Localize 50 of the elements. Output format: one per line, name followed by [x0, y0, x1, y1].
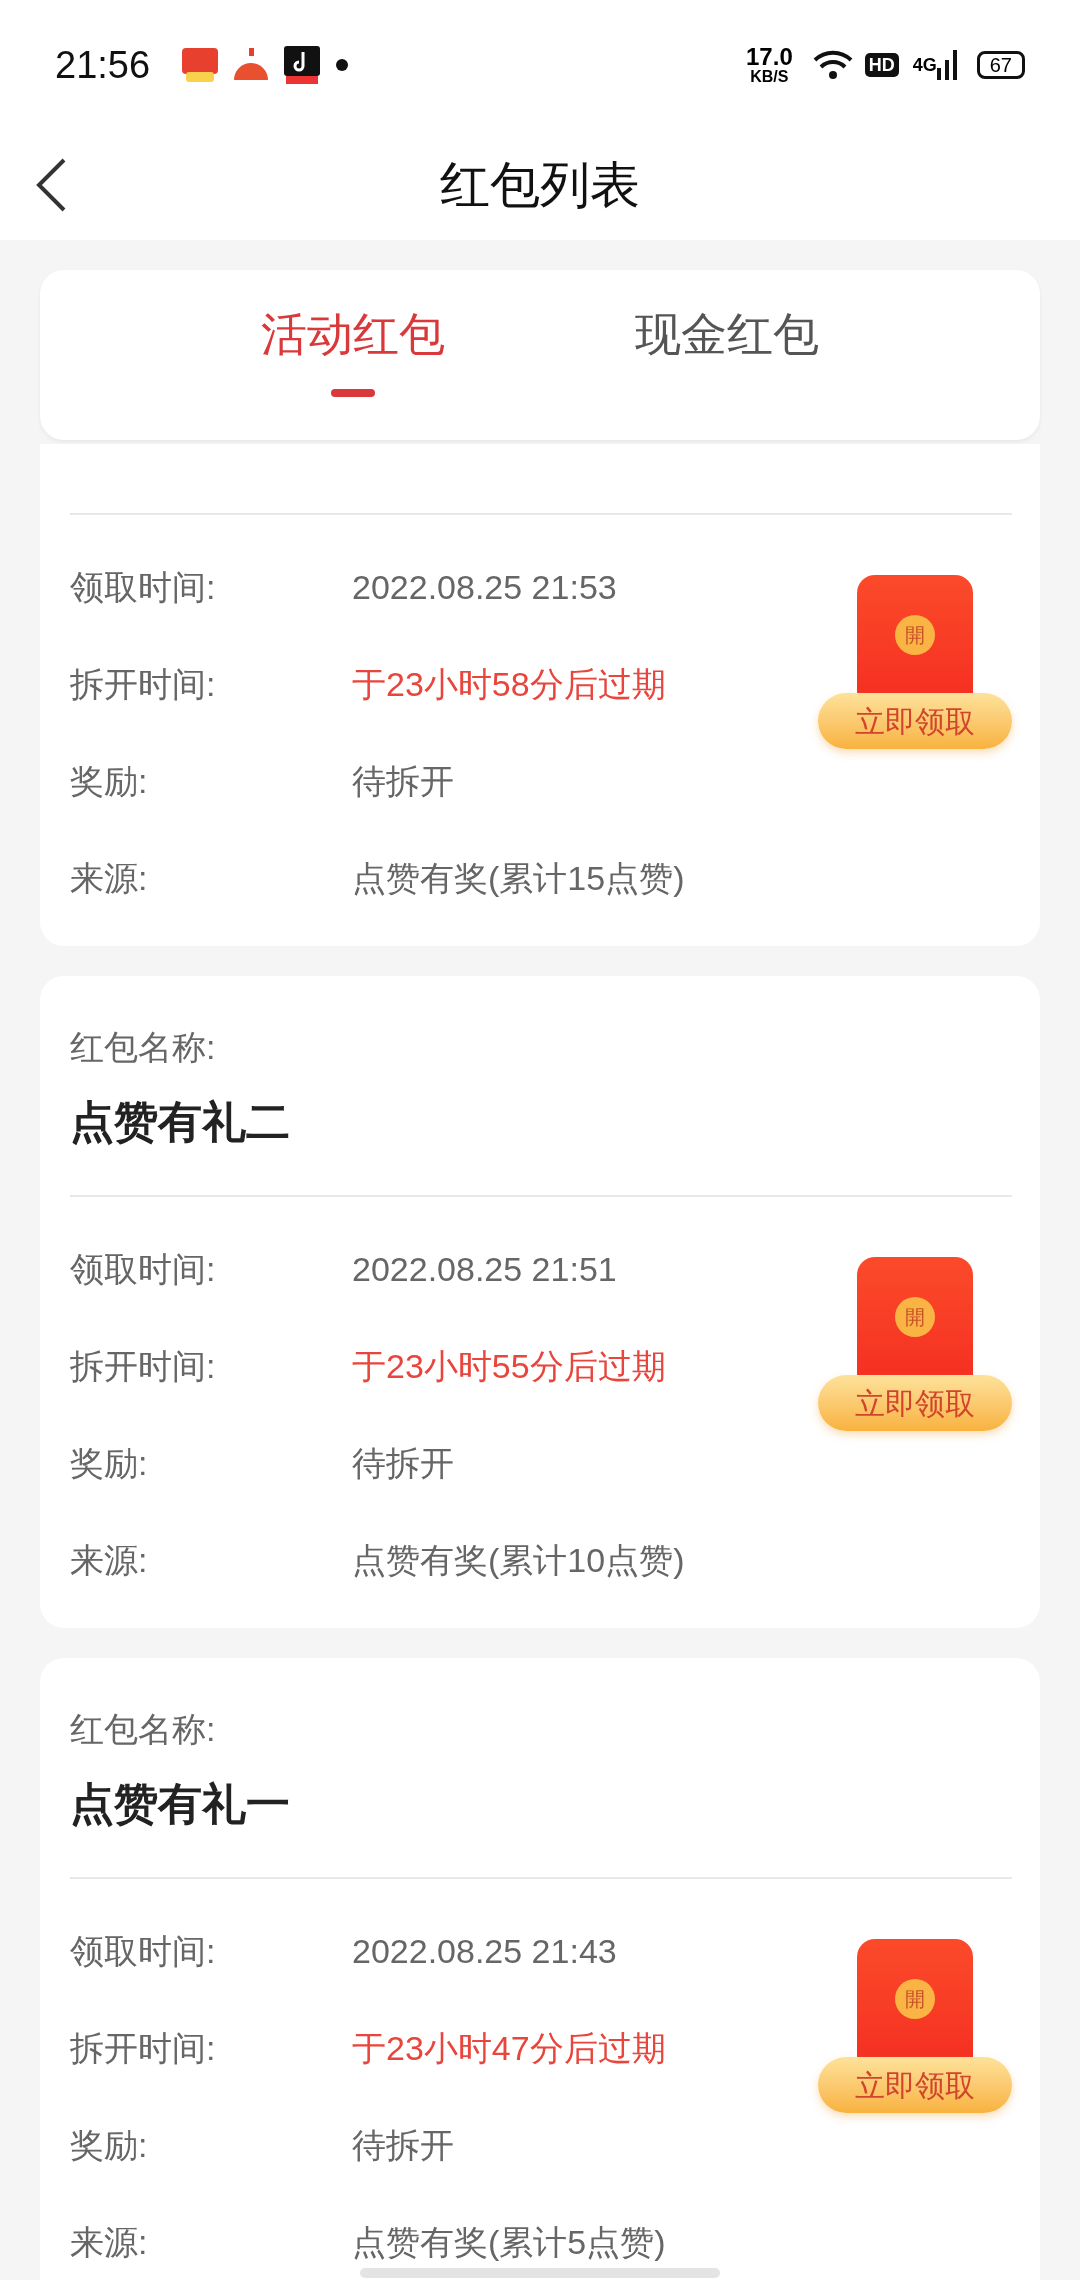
- hd-badge: HD: [864, 53, 899, 77]
- field-value: 点赞有奖(累计15点赞): [352, 858, 685, 899]
- field-value: 点赞有奖(累计10点赞): [352, 1540, 685, 1581]
- field-label: 拆开时间:: [70, 2028, 217, 2069]
- signal-icon: [936, 50, 957, 80]
- music-app-icon: [284, 46, 321, 84]
- field-value: 2022.08.25 21:43: [352, 1931, 617, 1972]
- field-label: 奖励:: [70, 2125, 149, 2166]
- back-icon[interactable]: [35, 157, 67, 213]
- wifi-icon: [812, 50, 853, 80]
- field-label: 领取时间:: [70, 1249, 217, 1290]
- packet-name: 点赞有礼一: [70, 1778, 291, 1830]
- field-label: 奖励:: [70, 761, 149, 802]
- field-label: 来源:: [70, 2222, 149, 2263]
- notification-dot-icon: [336, 59, 349, 71]
- field-value: 待拆开: [352, 1443, 454, 1484]
- claim-button[interactable]: 立即领取: [818, 693, 1012, 749]
- field-label: 来源:: [70, 858, 149, 899]
- field-value: 待拆开: [352, 2125, 454, 2166]
- field-value: 2022.08.25 21:53: [352, 567, 617, 608]
- name-label: 红包名称:: [70, 1709, 217, 1750]
- field-label: 拆开时间:: [70, 664, 217, 705]
- field-label: 领取时间:: [70, 567, 217, 608]
- claim-button[interactable]: 立即领取: [818, 2057, 1012, 2113]
- field-label: 领取时间:: [70, 1931, 217, 1972]
- field-value: 于23小时55分后过期: [352, 1346, 666, 1387]
- reading-app-icon: [232, 48, 271, 82]
- tab[interactable]: 活动红包: [261, 300, 445, 440]
- field-value: 点赞有奖(累计5点赞): [352, 2222, 666, 2263]
- network-type: 4G: [912, 56, 937, 74]
- network-speed: 17.0: [746, 45, 793, 69]
- seal-icon: 開: [895, 1297, 935, 1337]
- seal-icon: 開: [895, 1979, 935, 2019]
- news-app-icon: [182, 48, 219, 82]
- field-value: 于23小时58分后过期: [352, 664, 666, 705]
- page-title: 红包列表: [440, 155, 640, 215]
- packet-name: 点赞有礼二: [70, 1096, 291, 1148]
- battery-level: 67: [976, 51, 1025, 79]
- status-time: 21:56: [55, 42, 151, 88]
- field-label: 奖励:: [70, 1443, 149, 1484]
- tab[interactable]: 现金红包: [635, 300, 819, 440]
- field-label: 来源:: [70, 1540, 149, 1581]
- claim-button[interactable]: 立即领取: [818, 1375, 1012, 1431]
- field-value: 待拆开: [352, 761, 454, 802]
- field-value: 于23小时47分后过期: [352, 2028, 666, 2069]
- name-label: 红包名称:: [70, 1027, 217, 1068]
- speed-unit: KB/S: [750, 69, 789, 85]
- field-label: 拆开时间:: [70, 1346, 217, 1387]
- field-value: 2022.08.25 21:51: [352, 1249, 617, 1290]
- seal-icon: 開: [895, 615, 935, 655]
